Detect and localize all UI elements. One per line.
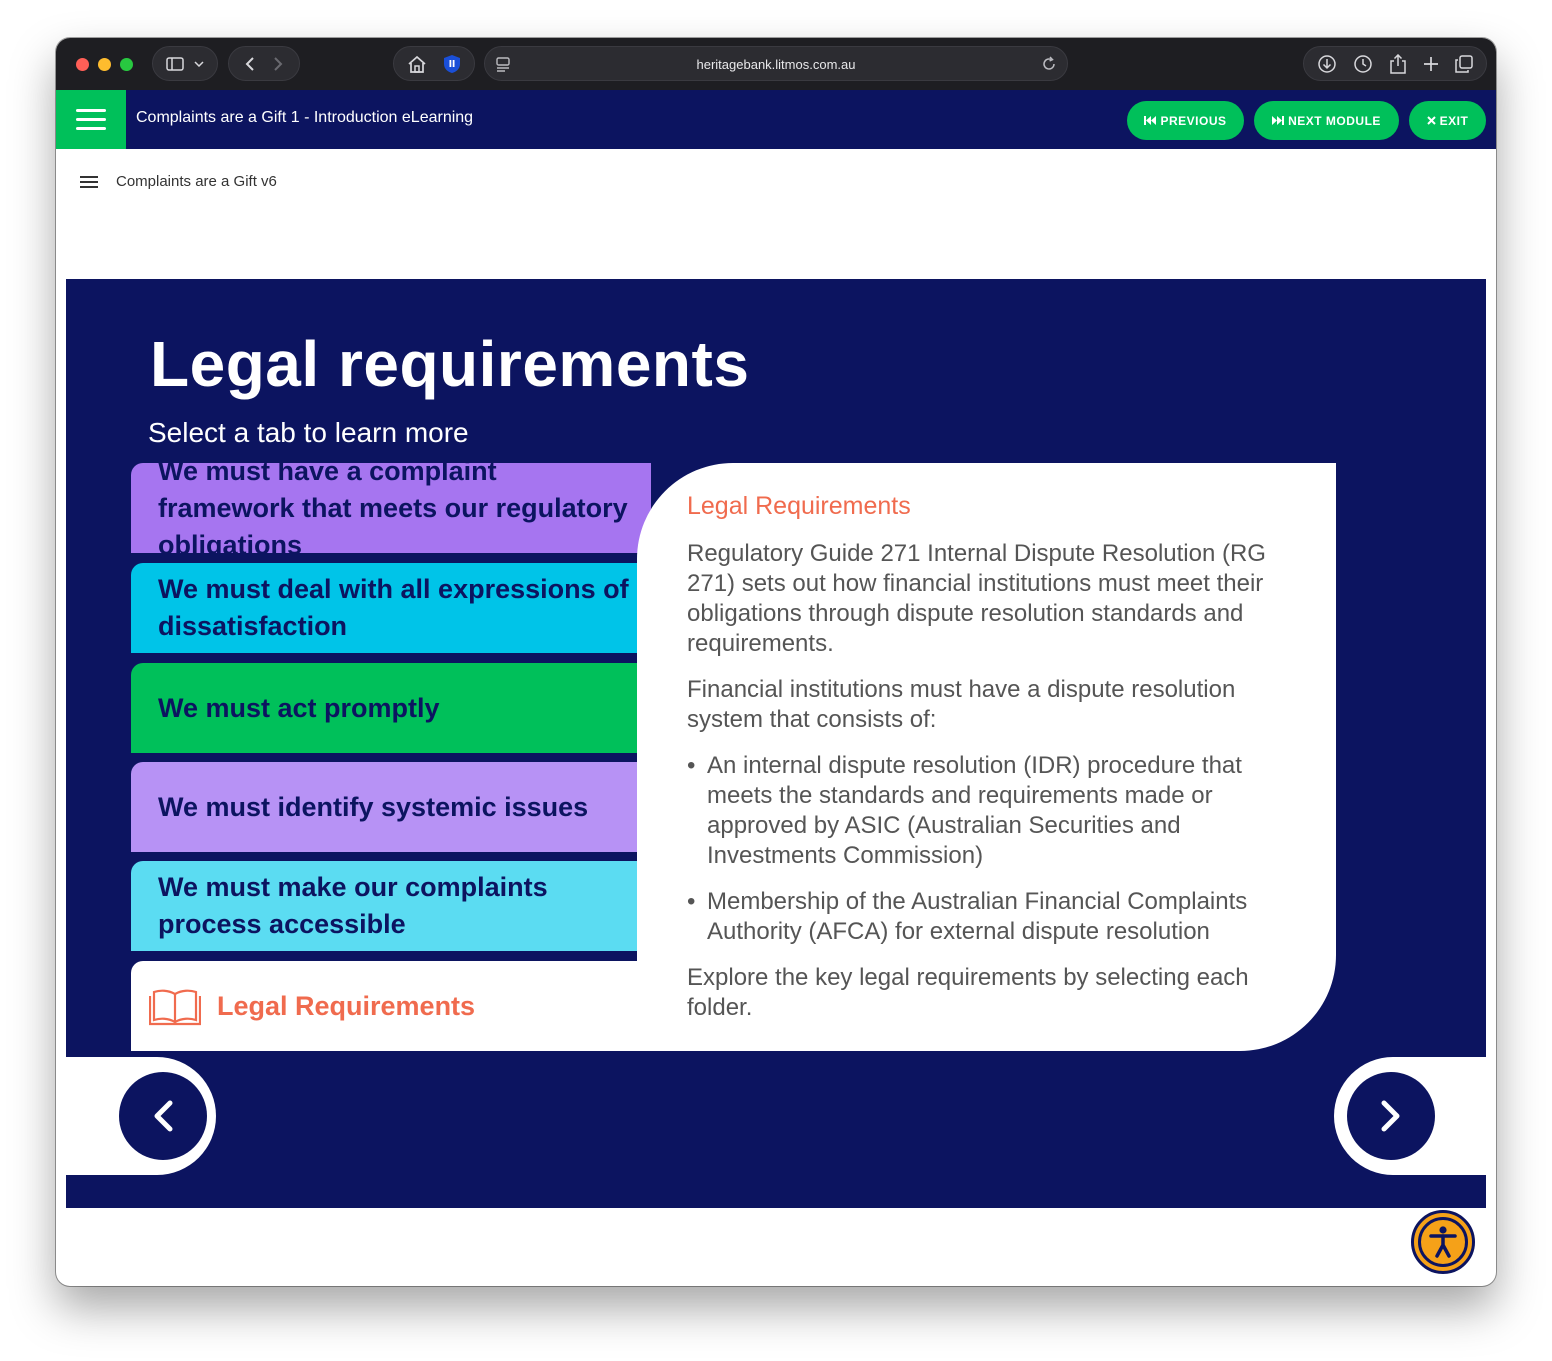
chevron-down-icon (194, 60, 204, 67)
slide-next-button[interactable] (1347, 1072, 1435, 1160)
skip-forward-icon (1272, 116, 1285, 125)
chevron-left-icon (154, 1100, 173, 1132)
panel-bullet-list: An internal dispute resolution (IDR) pro… (687, 751, 1290, 947)
toolbar-extensions (393, 46, 475, 81)
module-bar: Complaints are a Gift v6 (80, 173, 277, 190)
history-icon[interactable] (1353, 54, 1373, 74)
slide: Legal requirements Select a tab to learn… (66, 279, 1486, 1208)
panel-paragraph: Regulatory Guide 271 Internal Dispute Re… (687, 540, 1266, 657)
tab-expressions-of-dissatisfaction[interactable]: We must deal with all expressions of dis… (131, 563, 651, 653)
lms-header: Complaints are a Gift 1 - Introduction e… (56, 90, 1496, 149)
content-panel: Legal Requirements Regulatory Guide 271 … (637, 463, 1336, 1051)
share-icon[interactable] (1389, 53, 1407, 74)
reload-icon[interactable] (1041, 56, 1057, 72)
list-item: An internal dispute resolution (IDR) pro… (687, 751, 1290, 871)
previous-button[interactable]: PREVIOUS (1127, 101, 1244, 140)
slide-previous-button[interactable] (119, 1072, 207, 1160)
new-tab-icon[interactable] (1423, 56, 1439, 72)
accessibility-icon (1418, 1217, 1468, 1267)
next-module-button[interactable]: NEXT MODULE (1254, 101, 1399, 140)
tab-act-promptly[interactable]: We must act promptly (131, 663, 651, 753)
tab-label: Legal Requirements (217, 990, 476, 1021)
exit-button[interactable]: EXIT (1409, 101, 1486, 140)
slide-title: Legal requirements (150, 328, 750, 400)
tab-complaint-framework[interactable]: We must have a complaint framework that … (131, 456, 651, 560)
exit-label: EXIT (1439, 113, 1469, 128)
forward-icon[interactable] (273, 56, 283, 72)
book-icon (149, 989, 201, 1026)
hamburger-icon[interactable] (56, 90, 126, 149)
url-text: heritagebank.litmos.com.au (696, 57, 856, 72)
tabs-icon[interactable] (1455, 54, 1473, 73)
tab-label: We must deal with all expressions of dis… (158, 574, 629, 641)
zoom-window-button[interactable] (120, 58, 133, 71)
accessibility-button[interactable] (1411, 1210, 1475, 1274)
history-nav (228, 46, 300, 81)
tab-systemic-issues[interactable]: We must identify systemic issues (131, 762, 651, 852)
next-module-label: NEXT MODULE (1288, 113, 1381, 128)
skip-back-icon (1144, 116, 1157, 125)
close-window-button[interactable] (76, 58, 89, 71)
module-menu-icon[interactable] (80, 175, 98, 188)
panel-paragraph: Explore the key legal requirements by se… (687, 964, 1249, 1021)
panel-heading: Legal Requirements (687, 492, 911, 520)
tab-label: We must have a complaint framework that … (158, 455, 628, 560)
previous-label: PREVIOUS (1160, 113, 1227, 128)
tab-accessible-process[interactable]: We must make our complaints process acce… (131, 861, 651, 951)
chevron-right-icon (1381, 1100, 1400, 1132)
sidebar-toggle-button[interactable] (152, 46, 218, 81)
list-item: Membership of the Australian Financial C… (687, 887, 1290, 947)
shield-icon[interactable] (443, 54, 461, 74)
tab-label: We must make our complaints process acce… (158, 872, 548, 939)
browser-toolbar: heritagebank.litmos.com.au (56, 38, 1496, 90)
slide-subtitle: Select a tab to learn more (148, 417, 469, 448)
address-bar[interactable]: heritagebank.litmos.com.au (484, 46, 1068, 81)
close-icon (1426, 116, 1436, 125)
sidebar-icon (166, 56, 184, 71)
back-icon[interactable] (245, 56, 255, 72)
window-controls (76, 58, 133, 71)
minimize-window-button[interactable] (98, 58, 111, 71)
tab-label: We must identify systemic issues (158, 791, 589, 822)
tab-label: We must act promptly (158, 692, 440, 723)
home-icon[interactable] (407, 55, 427, 73)
panel-paragraph: Financial institutions must have a dispu… (687, 676, 1236, 733)
toolbar-actions (1303, 46, 1487, 81)
course-title: Complaints are a Gift 1 - Introduction e… (136, 109, 474, 126)
module-title: Complaints are a Gift v6 (116, 173, 277, 190)
download-icon[interactable] (1317, 54, 1337, 74)
browser-window: heritagebank.litmos.com.au Complaints ar… (56, 38, 1496, 1286)
